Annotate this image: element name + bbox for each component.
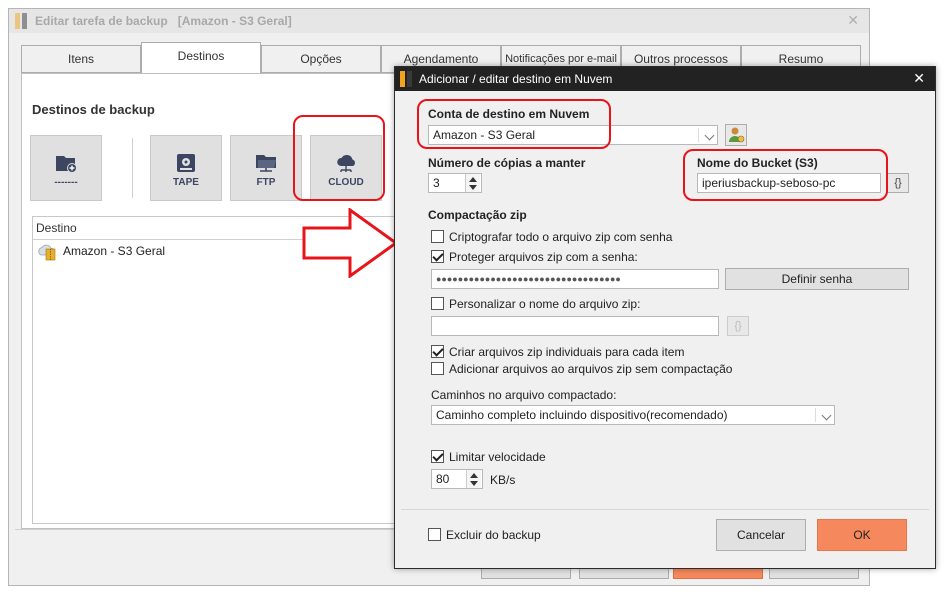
password-mask: ●●●●●●●●●●●●●●●●●●●●●●●●●●●●●●●●●● (436, 274, 621, 284)
manage-accounts-button[interactable] (725, 124, 747, 146)
custom-zip-name-checkbox[interactable] (431, 297, 444, 310)
protect-password-checkbox[interactable] (431, 250, 444, 263)
folder-button-label: ------- (54, 177, 78, 188)
tape-icon (177, 154, 195, 172)
toolbar-separator (132, 138, 133, 198)
cloud-destination-button[interactable]: CLOUD (310, 135, 382, 201)
red-arrow-annotation (302, 208, 398, 278)
ftp-button-label: FTP (256, 177, 276, 188)
iperius-app-icon (400, 71, 414, 87)
dialog-title-bar: Adicionar / editar destino em Nuvem ✕ (395, 67, 935, 91)
spinner-arrows[interactable] (465, 174, 480, 192)
ftp-folder-icon (256, 155, 276, 172)
dialog-title: Adicionar / editar destino em Nuvem (419, 72, 613, 86)
bucket-name-value: iperiusbackup-seboso-pc (702, 176, 836, 190)
user-settings-icon (729, 127, 745, 143)
encrypt-checkbox[interactable] (431, 230, 444, 243)
bucket-label: Nome do Bucket (S3) (697, 156, 818, 170)
protect-password-label: Proteger arquivos zip com a senha: (449, 250, 638, 264)
paths-select[interactable]: Caminho completo incluindo dispositivo(r… (431, 405, 835, 425)
tab-opcoes[interactable]: Opções (261, 45, 381, 73)
speed-stepper[interactable]: 80 (431, 469, 483, 489)
iperius-app-icon (15, 13, 29, 29)
close-icon[interactable]: ✕ (847, 12, 859, 29)
paths-value: Caminho completo incluindo dispositivo(r… (436, 408, 728, 422)
tape-button-label: TAPE (173, 177, 199, 188)
limit-speed-checkbox[interactable] (431, 450, 444, 463)
password-input[interactable]: ●●●●●●●●●●●●●●●●●●●●●●●●●●●●●●●●●● (431, 269, 719, 289)
section-title: Destinos de backup (32, 102, 155, 117)
no-compression-label: Adicionar arquivos ao arquivos zip sem c… (449, 362, 733, 376)
cloud-button-label: CLOUD (328, 177, 364, 188)
cancel-button[interactable]: Cancelar (716, 519, 806, 551)
tape-destination-button[interactable]: TAPE (150, 135, 222, 201)
exclude-from-backup-checkbox[interactable] (428, 528, 441, 541)
exclude-from-backup-label: Excluir do backup (446, 528, 541, 542)
zip-section-title: Compactação zip (428, 208, 527, 222)
cloud-zip-icon (38, 244, 56, 261)
bucket-name-input[interactable]: iperiusbackup-seboso-pc (697, 173, 881, 193)
custom-zip-name-input[interactable] (431, 316, 719, 336)
cloud-account-value: Amazon - S3 Geral (433, 128, 536, 142)
cloud-icon (337, 155, 355, 172)
tab-destinos[interactable]: Destinos (141, 42, 261, 73)
add-folder-destination-button[interactable]: ------- (30, 135, 102, 201)
tab-itens[interactable]: Itens (21, 45, 141, 73)
set-password-button[interactable]: Definir senha (725, 268, 909, 290)
no-compression-checkbox[interactable] (431, 362, 444, 375)
speed-unit: KB/s (490, 473, 516, 487)
folder-add-icon (56, 156, 77, 173)
speed-value: 80 (436, 472, 450, 486)
copies-label: Número de cópias a manter (428, 156, 586, 170)
window-title: Editar tarefa de backup [Amazon - S3 Ger… (35, 14, 292, 28)
individual-zip-label: Criar arquivos zip individuais para cada… (449, 345, 685, 359)
zip-name-variables-button[interactable]: {} (727, 316, 749, 336)
chevron-down-icon (704, 130, 715, 141)
copies-value: 3 (433, 176, 440, 190)
copies-stepper[interactable]: 3 (428, 173, 482, 193)
window-title-bar: Editar tarefa de backup [Amazon - S3 Ger… (9, 9, 869, 33)
ftp-destination-button[interactable]: FTP (230, 135, 302, 201)
list-item-label: Amazon - S3 Geral (63, 244, 166, 258)
encrypt-label: Criptografar todo o arquivo zip com senh… (449, 230, 673, 244)
cloud-account-select[interactable]: Amazon - S3 Geral (428, 125, 718, 145)
spinner-arrows[interactable] (466, 470, 481, 488)
cloud-destination-dialog: Adicionar / editar destino em Nuvem ✕ Co… (394, 66, 936, 569)
chevron-down-icon (821, 410, 832, 421)
custom-zip-name-label: Personalizar o nome do arquivo zip: (449, 297, 641, 311)
bucket-variables-button[interactable]: {} (887, 173, 909, 193)
dialog-footer-divider (401, 509, 929, 510)
individual-zip-checkbox[interactable] (431, 345, 444, 358)
close-icon[interactable]: ✕ (913, 70, 925, 87)
cloud-account-label: Conta de destino em Nuvem (428, 107, 590, 121)
paths-label: Caminhos no arquivo compactado: (431, 388, 617, 402)
limit-speed-label: Limitar velocidade (449, 450, 546, 464)
ok-button[interactable]: OK (817, 519, 907, 551)
